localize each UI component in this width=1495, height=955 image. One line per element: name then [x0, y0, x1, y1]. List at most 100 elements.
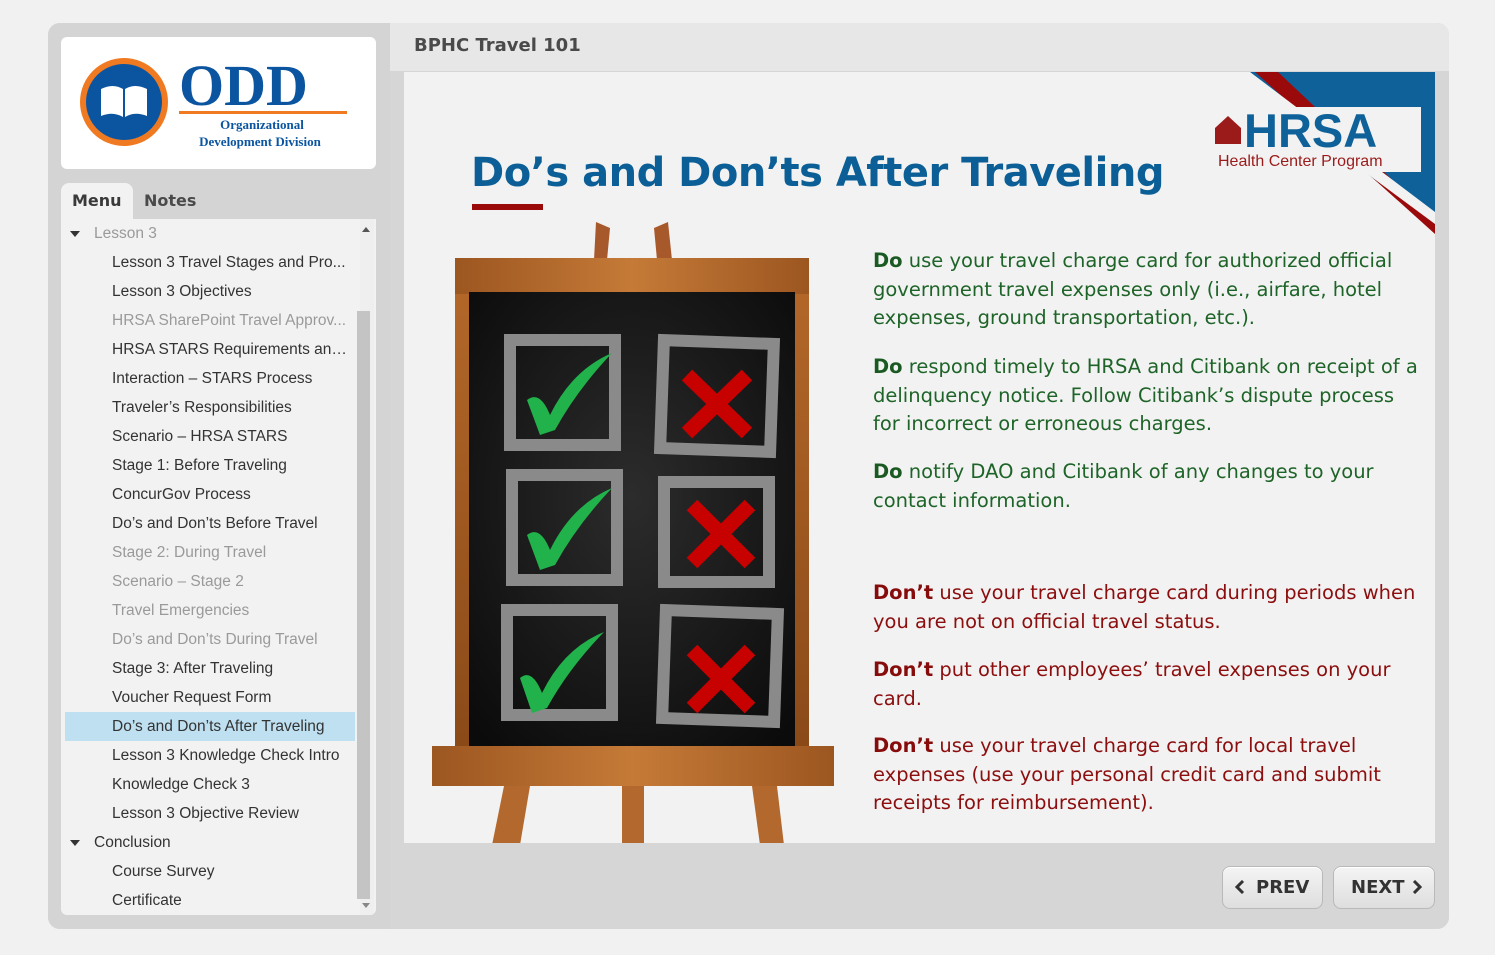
scrollbar[interactable] — [357, 219, 374, 915]
dont-text: put other employees’ travel expenses on … — [873, 658, 1391, 710]
tab-notes[interactable]: Notes — [133, 183, 207, 219]
do-item: Do use your travel charge card for autho… — [873, 247, 1423, 333]
hrsa-wordmark: HRSA — [1244, 104, 1377, 157]
menu-item-label: Interaction – STARS Process — [112, 370, 313, 387]
menu-item-label: Travel Emergencies — [112, 602, 250, 619]
scroll-thumb[interactable] — [357, 311, 370, 899]
menu-item[interactable]: ConcurGov Process — [61, 480, 355, 509]
chevron-left-icon — [1235, 880, 1245, 894]
title-underline — [472, 204, 543, 210]
menu-item-label: Lesson 3 Knowledge Check Intro — [112, 747, 340, 764]
easel-top-rail — [455, 258, 809, 294]
do-item: Do respond timely to HRSA and Citibank o… — [873, 353, 1423, 439]
prev-label: PREV — [1256, 877, 1310, 898]
expand-triangle-icon[interactable] — [70, 231, 80, 237]
logo-rule — [179, 111, 347, 114]
menu-item[interactable]: HRSA SharePoint Travel Approv... — [61, 306, 355, 335]
do-label: Do — [873, 460, 903, 483]
easel-leg-center — [622, 786, 644, 843]
menu-item[interactable]: Do’s and Don’ts After Traveling — [65, 712, 355, 741]
odd-logo-graphic: ODD Organizational Development Division — [80, 53, 347, 149]
logo-line1: Organizational — [220, 117, 304, 132]
menu-item-label: Lesson 3 Travel Stages and Pro... — [112, 254, 346, 271]
menu-item[interactable]: Stage 3: After Traveling — [61, 654, 355, 683]
menu-item-label: Do’s and Don’ts After Traveling — [112, 718, 325, 735]
menu-item[interactable]: Do’s and Don’ts Before Travel — [61, 509, 355, 538]
dont-text: use your travel charge card for local tr… — [873, 734, 1381, 814]
dont-text: use your travel charge card during perio… — [873, 581, 1416, 633]
slide-title: Do’s and Don’ts After Traveling — [471, 150, 1164, 196]
menu-item-label: Course Survey — [112, 863, 215, 880]
book-icon-right — [125, 86, 147, 117]
menu-item[interactable]: Stage 1: Before Traveling — [61, 451, 355, 480]
course-title: BPHC Travel 101 — [414, 35, 581, 56]
easel-ledge — [432, 746, 834, 786]
tab-menu[interactable]: Menu — [61, 183, 133, 219]
easel-peg-left — [594, 222, 610, 260]
menu-item-label: HRSA STARS Requirements and... — [112, 341, 353, 358]
next-button[interactable]: NEXT — [1333, 866, 1435, 909]
do-text: notify DAO and Citibank of any changes t… — [873, 460, 1374, 512]
logo-title: ODD — [179, 53, 308, 118]
menu-item-label: Traveler’s Responsibilities — [112, 399, 292, 416]
menu-item[interactable]: Knowledge Check 3 — [61, 770, 355, 799]
menu-item-label: Scenario – Stage 2 — [112, 573, 244, 590]
do-text: respond timely to HRSA and Citibank on r… — [873, 355, 1418, 435]
do-item: Do notify DAO and Citibank of any change… — [873, 458, 1423, 515]
menu-list: Lesson 3 Lesson 3 Travel Stages and Pro..… — [61, 219, 355, 915]
menu-item-label: Conclusion — [94, 834, 171, 851]
menu-item-label: Do’s and Don’ts Before Travel — [112, 515, 318, 532]
menu-section[interactable]: Conclusion — [61, 828, 355, 857]
chevron-right-icon — [1412, 880, 1422, 894]
menu-item-label: Scenario – HRSA STARS — [112, 428, 288, 445]
menu-item-label: Voucher Request Form — [112, 689, 272, 706]
menu-item[interactable]: Course Survey — [61, 857, 355, 886]
dont-item: Don’t put other employees’ travel expens… — [873, 656, 1423, 713]
menu-item[interactable]: Stage 2: During Travel — [61, 538, 355, 567]
scroll-down-arrow-icon[interactable] — [362, 903, 370, 908]
logo-disc — [86, 64, 162, 140]
menu-item-label: Knowledge Check 3 — [112, 776, 250, 793]
menu-item[interactable]: Voucher Request Form — [61, 683, 355, 712]
menu-item[interactable]: Travel Emergencies — [61, 596, 355, 625]
menu-item[interactable]: Lesson 3 Objectives — [61, 277, 355, 306]
menu-item[interactable]: Scenario – Stage 2 — [61, 567, 355, 596]
menu-section[interactable]: Lesson 3 — [61, 219, 355, 248]
menu-item[interactable]: Interaction – STARS Process — [61, 364, 355, 393]
menu-item[interactable]: Traveler’s Responsibilities — [61, 393, 355, 422]
menu-item-label: Lesson 3 Objective Review — [112, 805, 299, 822]
do-text: use your travel charge card for authoriz… — [873, 249, 1393, 329]
menu-item-label: Lesson 3 — [94, 225, 157, 242]
easel-peg-right — [654, 222, 672, 260]
menu-item-label: ConcurGov Process — [112, 486, 251, 503]
menu-item-label: Stage 1: Before Traveling — [112, 457, 287, 474]
prev-button[interactable]: PREV — [1222, 866, 1323, 909]
hrsa-logo: HRSA Health Center Program — [1208, 72, 1435, 234]
menu-item-label: Stage 2: During Travel — [112, 544, 267, 561]
scroll-up-arrow-icon[interactable] — [362, 227, 370, 232]
menu-item[interactable]: Lesson 3 Knowledge Check Intro — [61, 741, 355, 770]
dont-label: Don’t — [873, 658, 934, 681]
menu-item-label: Lesson 3 Objectives — [112, 283, 252, 300]
title-bar: BPHC Travel 101 — [390, 23, 1449, 71]
sidebar: ODD Organizational Development Division … — [48, 23, 390, 929]
menu-item[interactable]: Scenario – HRSA STARS — [61, 422, 355, 451]
dont-label: Don’t — [873, 581, 934, 604]
expand-triangle-icon[interactable] — [70, 840, 80, 846]
menu-item[interactable]: Lesson 3 Objective Review — [61, 799, 355, 828]
menu-item[interactable]: Do’s and Don’ts During Travel — [61, 625, 355, 654]
easel-leg-right — [752, 786, 784, 843]
dont-item: Don’t use your travel charge card for lo… — [873, 732, 1423, 818]
menu-item[interactable]: HRSA STARS Requirements and... — [61, 335, 355, 364]
do-label: Do — [873, 249, 903, 272]
menu-item[interactable]: Certificate — [61, 886, 355, 915]
menu-item[interactable]: Lesson 3 Travel Stages and Pro... — [61, 248, 355, 277]
menu-panel: Lesson 3 Lesson 3 Travel Stages and Pro..… — [61, 219, 376, 915]
logo-line2: Development Division — [199, 134, 321, 149]
odd-logo: ODD Organizational Development Division — [61, 37, 376, 169]
dont-item: Don’t use your travel charge card during… — [873, 579, 1423, 636]
do-label: Do — [873, 355, 903, 378]
book-icon-left — [101, 86, 123, 117]
dont-label: Don’t — [873, 734, 934, 757]
next-label: NEXT — [1351, 877, 1405, 898]
